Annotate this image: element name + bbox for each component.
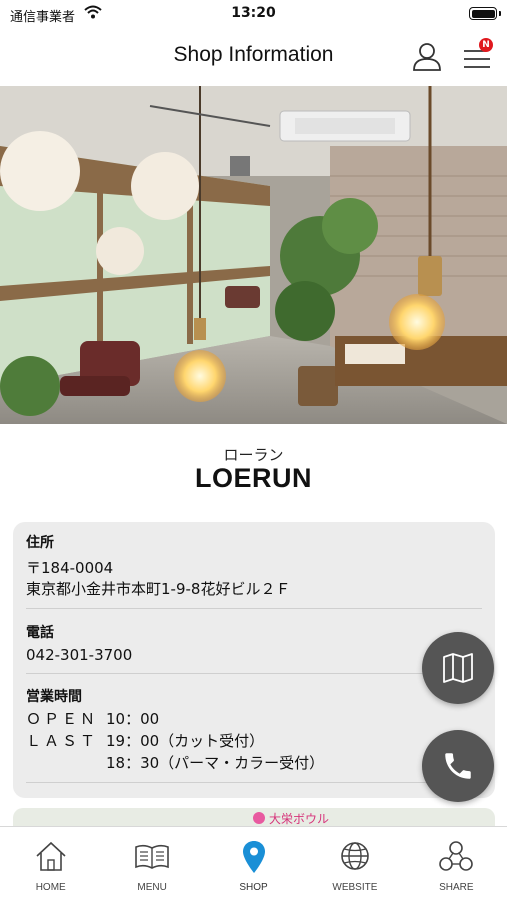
tab-label: SHOP bbox=[239, 882, 268, 893]
tab-share[interactable]: SHARE bbox=[406, 827, 507, 900]
open-time: 10：00 bbox=[106, 710, 160, 728]
notification-badge: N bbox=[479, 38, 493, 52]
hours-row: 18：30（パーマ・カラー受付） bbox=[26, 752, 482, 774]
phone-number[interactable]: 042-301-3700 bbox=[26, 645, 482, 666]
tab-label: WEBSITE bbox=[332, 882, 378, 893]
hours-row: ＯＰＥＮ 10：00 bbox=[26, 708, 482, 730]
status-bar: 通信事業者 13:20 bbox=[0, 0, 507, 28]
address-text: 東京都小金井市本町1-9-8花好ビル２Ｆ bbox=[26, 580, 291, 598]
tab-menu[interactable]: MENU bbox=[101, 827, 202, 900]
status-time: 13:20 bbox=[231, 5, 276, 21]
user-icon bbox=[413, 43, 441, 71]
divider bbox=[26, 782, 482, 783]
phone-label: 電話 bbox=[26, 625, 54, 641]
open-label: ＯＰＥＮ bbox=[26, 710, 99, 728]
divider bbox=[26, 673, 482, 674]
hours-row: ＬＡＳＴ 19：00（カット受付） bbox=[26, 730, 482, 752]
shop-name: LOERUN bbox=[195, 463, 312, 493]
share-icon bbox=[439, 841, 474, 871]
last-label: ＬＡＳＴ bbox=[26, 732, 99, 750]
location-pin-icon bbox=[242, 841, 265, 873]
nav-bar: Shop Information N bbox=[0, 28, 507, 86]
phone-icon bbox=[445, 753, 471, 779]
tab-website[interactable]: WEBSITE bbox=[304, 827, 405, 900]
menu-button[interactable]: N bbox=[458, 38, 498, 74]
address-section: 住所 〒184-0004 東京都小金井市本町1-9-8花好ビル２Ｆ bbox=[26, 532, 482, 600]
map-landmark-label: 大栄ボウル bbox=[269, 812, 330, 826]
address-label: 住所 bbox=[26, 535, 54, 551]
battery-icon bbox=[469, 7, 501, 20]
globe-icon bbox=[341, 842, 369, 870]
tab-label: HOME bbox=[35, 882, 66, 893]
account-button[interactable] bbox=[410, 40, 444, 74]
hours-label: 営業時間 bbox=[26, 689, 82, 705]
map-button[interactable] bbox=[422, 632, 494, 704]
map-icon bbox=[443, 653, 473, 683]
phone-section: 電話 042-301-3700 bbox=[26, 622, 482, 666]
map-marker-icon bbox=[253, 812, 265, 824]
book-icon bbox=[135, 844, 169, 869]
tab-home[interactable]: HOME bbox=[0, 827, 101, 900]
postal-code: 〒184-0004 bbox=[26, 559, 114, 577]
tab-shop[interactable]: SHOP bbox=[203, 827, 304, 900]
divider bbox=[26, 608, 482, 609]
tab-label: SHARE bbox=[439, 882, 474, 893]
hours-section: 営業時間 ＯＰＥＮ 10：00 ＬＡＳＴ 19：00（カット受付） 18：30（… bbox=[26, 686, 482, 774]
shop-photo bbox=[0, 86, 507, 424]
last-cut-time: 19：00（カット受付） bbox=[106, 732, 265, 750]
last-perm-time: 18：30（パーマ・カラー受付） bbox=[106, 754, 325, 772]
call-button[interactable] bbox=[422, 730, 494, 802]
home-icon bbox=[36, 841, 66, 871]
tab-label: MENU bbox=[137, 882, 167, 893]
shop-name-kana: ローラン bbox=[223, 446, 284, 464]
tab-bar: HOME MENU SHOP WEBSITE SHARE bbox=[0, 826, 507, 900]
